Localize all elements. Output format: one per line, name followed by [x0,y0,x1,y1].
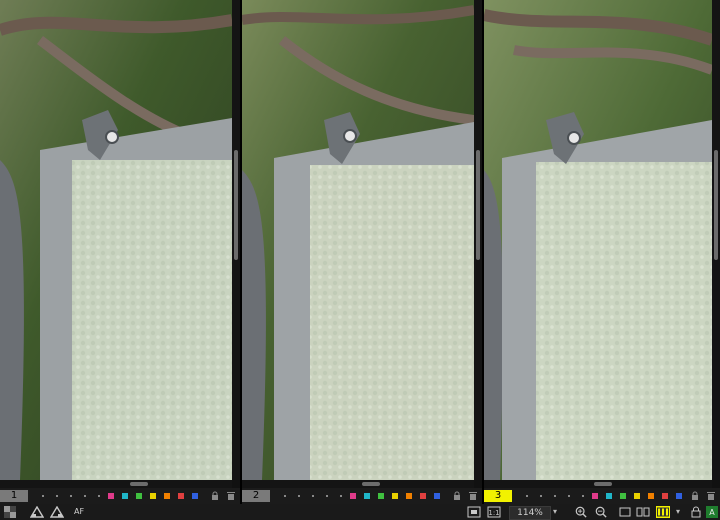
rating-dot[interactable] [284,495,286,497]
panel-number-3[interactable]: 3 [484,490,512,502]
photo-view-1[interactable] [0,0,232,480]
vertical-scrollbar-3[interactable] [712,0,720,480]
rating-dot[interactable] [526,495,528,497]
svg-text:1:1: 1:1 [488,509,499,517]
single-view-icon[interactable] [619,506,631,518]
checker-icon[interactable] [4,506,16,518]
lock-icon[interactable] [690,491,700,501]
color-label-swatch[interactable] [178,493,184,499]
color-label-swatch[interactable] [592,493,598,499]
image-panel-3[interactable]: 3 [484,0,720,504]
color-label-swatch[interactable] [620,493,626,499]
svg-text:A: A [709,508,715,517]
photo-image-1 [0,0,232,480]
rating-dot[interactable] [326,495,328,497]
panel-number-2[interactable]: 2 [242,490,270,502]
color-flag-icon[interactable]: A [706,506,718,518]
rating-dot[interactable] [298,495,300,497]
highlight-warning-icon[interactable] [30,506,44,518]
rating-dot[interactable] [70,495,72,497]
vertical-scrollbar-1[interactable] [232,0,240,480]
color-label-swatch[interactable] [350,493,356,499]
bottom-toolbar: AF 1:1 114% ▾ ▾ A [0,504,720,520]
panel-footer-1: 1 [0,488,240,504]
color-label-swatch[interactable] [136,493,142,499]
horizontal-scrollbar-3[interactable] [484,480,712,488]
horizontal-scrollbar-2[interactable] [242,480,474,488]
fit-screen-icon[interactable] [467,506,481,518]
panel-footer-3: 3 [484,488,720,504]
rating-dot[interactable] [540,495,542,497]
rating-dot[interactable] [84,495,86,497]
color-label-swatch[interactable] [648,493,654,499]
color-label-swatch[interactable] [634,493,640,499]
photo-image-2 [242,0,474,480]
color-label-swatch[interactable] [150,493,156,499]
vertical-scrollbar-2[interactable] [474,0,482,480]
image-panel-2[interactable]: 2 [242,0,482,504]
color-label-swatch[interactable] [378,493,384,499]
lock-icon[interactable] [210,491,220,501]
color-label-swatch[interactable] [676,493,682,499]
rating-dot[interactable] [582,495,584,497]
image-panel-1[interactable]: 1 [0,0,240,504]
photo-view-3[interactable] [484,0,712,480]
horizontal-scroll-thumb-3[interactable] [594,482,612,486]
zoom-out-icon[interactable] [594,506,608,518]
lock-icon[interactable] [452,491,462,501]
vertical-scroll-thumb-2[interactable] [476,150,480,260]
rating-dot[interactable] [312,495,314,497]
horizontal-scroll-thumb-1[interactable] [130,482,148,486]
panel-number-1[interactable]: 1 [0,490,28,502]
sync-lock-icon[interactable] [690,506,702,518]
three-up-view-icon[interactable] [656,506,670,518]
photo-view-2[interactable] [242,0,474,480]
color-label-swatch[interactable] [406,493,412,499]
zoom-level-field[interactable]: 114% [509,506,551,520]
af-point-button[interactable]: AF [74,506,90,518]
layout-dropdown-arrow[interactable]: ▾ [676,506,684,518]
zoom-dropdown-arrow[interactable]: ▾ [553,506,561,518]
rating-dot[interactable] [42,495,44,497]
rating-dot[interactable] [554,495,556,497]
vertical-scroll-thumb-1[interactable] [234,150,238,260]
trash-icon[interactable] [706,491,716,501]
color-label-swatch[interactable] [434,493,440,499]
color-label-swatch[interactable] [192,493,198,499]
rating-dot[interactable] [98,495,100,497]
rating-dot[interactable] [56,495,58,497]
color-label-swatch[interactable] [122,493,128,499]
image-viewer: 1 2 3 AF 1:1 114% ▾ ▾ A [0,0,720,520]
actual-size-icon[interactable]: 1:1 [487,506,501,518]
vertical-scroll-thumb-3[interactable] [714,150,718,260]
trash-icon[interactable] [468,491,478,501]
trash-icon[interactable] [226,491,236,501]
color-label-swatch[interactable] [392,493,398,499]
shadow-warning-icon[interactable] [50,506,64,518]
color-label-swatch[interactable] [606,493,612,499]
rating-dot[interactable] [340,495,342,497]
panel-footer-2: 2 [242,488,482,504]
color-label-swatch[interactable] [364,493,370,499]
color-label-swatch[interactable] [108,493,114,499]
horizontal-scrollbar-1[interactable] [0,480,232,488]
photo-image-3 [484,0,712,480]
color-label-swatch[interactable] [662,493,668,499]
color-label-swatch[interactable] [164,493,170,499]
rating-dot[interactable] [568,495,570,497]
color-label-swatch[interactable] [420,493,426,499]
zoom-in-icon[interactable] [574,506,588,518]
horizontal-scroll-thumb-2[interactable] [362,482,380,486]
two-up-view-icon[interactable] [636,506,650,518]
